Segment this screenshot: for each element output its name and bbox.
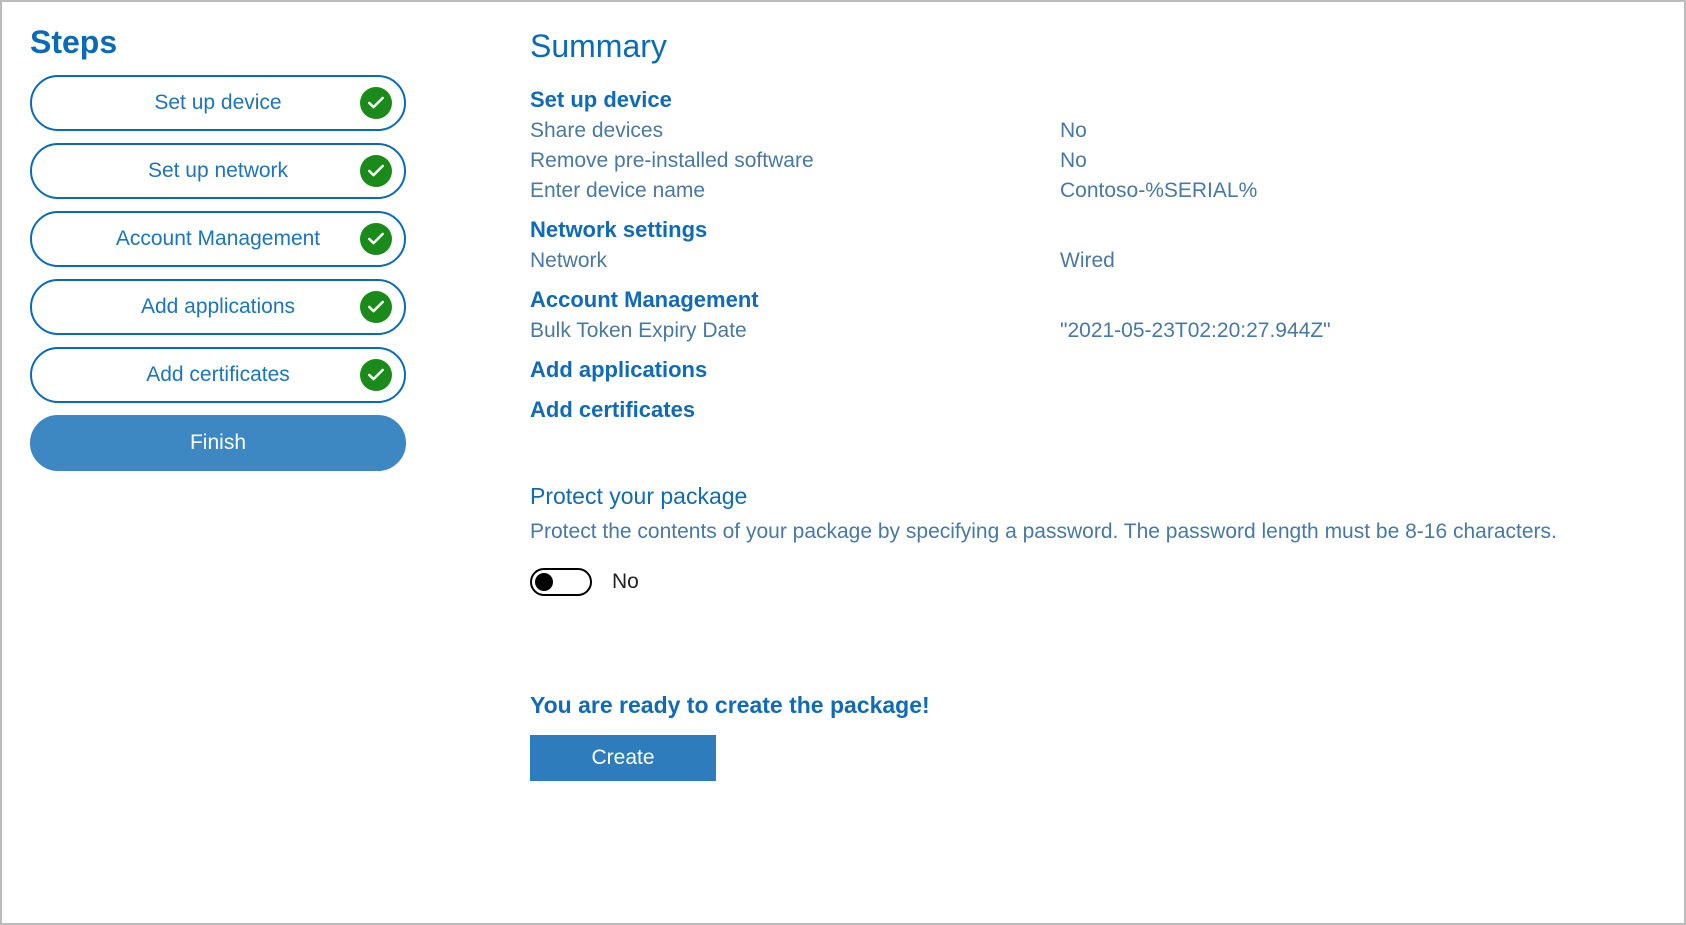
- checkmark-icon: [360, 359, 392, 391]
- toggle-knob-icon: [535, 573, 553, 591]
- summary-row: Share devices No: [530, 119, 1656, 143]
- step-set-up-network[interactable]: Set up network: [30, 143, 406, 199]
- step-add-applications[interactable]: Add applications: [30, 279, 406, 335]
- protect-description: Protect the contents of your package by …: [530, 520, 1656, 544]
- ready-text: You are ready to create the package!: [530, 692, 1656, 719]
- step-label: Finish: [190, 431, 246, 455]
- summary-value: Wired: [1060, 249, 1115, 273]
- section-title-network: Network settings: [530, 217, 1656, 243]
- protect-toggle[interactable]: [530, 568, 592, 596]
- summary-key: Remove pre-installed software: [530, 149, 1060, 173]
- summary-row: Bulk Token Expiry Date "2021-05-23T02:20…: [530, 319, 1656, 343]
- steps-heading: Steps: [30, 24, 470, 61]
- summary-value: Contoso-%SERIAL%: [1060, 179, 1257, 203]
- protect-toggle-row: No: [530, 568, 1656, 596]
- checkmark-icon: [360, 87, 392, 119]
- step-label: Account Management: [116, 227, 320, 251]
- summary-value: No: [1060, 149, 1087, 173]
- summary-key: Share devices: [530, 119, 1060, 143]
- summary-value: "2021-05-23T02:20:27.944Z": [1060, 319, 1331, 343]
- summary-key: Enter device name: [530, 179, 1060, 203]
- checkmark-icon: [360, 155, 392, 187]
- summary-panel: Summary Set up device Share devices No R…: [470, 24, 1656, 901]
- summary-value: No: [1060, 119, 1087, 143]
- protect-heading: Protect your package: [530, 483, 1656, 510]
- step-label: Set up network: [148, 159, 288, 183]
- summary-row: Remove pre-installed software No: [530, 149, 1656, 173]
- section-title-setup-device: Set up device: [530, 87, 1656, 113]
- section-title-account: Account Management: [530, 287, 1656, 313]
- summary-key: Network: [530, 249, 1060, 273]
- section-title-applications: Add applications: [530, 357, 1656, 383]
- summary-key: Bulk Token Expiry Date: [530, 319, 1060, 343]
- protect-toggle-label: No: [612, 570, 639, 594]
- step-add-certificates[interactable]: Add certificates: [30, 347, 406, 403]
- step-label: Add certificates: [146, 363, 290, 387]
- step-label: Add applications: [141, 295, 295, 319]
- summary-row: Network Wired: [530, 249, 1656, 273]
- step-account-management[interactable]: Account Management: [30, 211, 406, 267]
- create-button[interactable]: Create: [530, 735, 716, 781]
- summary-heading: Summary: [530, 28, 1656, 65]
- step-label: Set up device: [154, 91, 281, 115]
- checkmark-icon: [360, 223, 392, 255]
- step-set-up-device[interactable]: Set up device: [30, 75, 406, 131]
- checkmark-icon: [360, 291, 392, 323]
- summary-row: Enter device name Contoso-%SERIAL%: [530, 179, 1656, 203]
- section-title-certificates: Add certificates: [530, 397, 1656, 423]
- steps-sidebar: Steps Set up device Set up network Accou…: [30, 24, 470, 901]
- step-finish[interactable]: Finish: [30, 415, 406, 471]
